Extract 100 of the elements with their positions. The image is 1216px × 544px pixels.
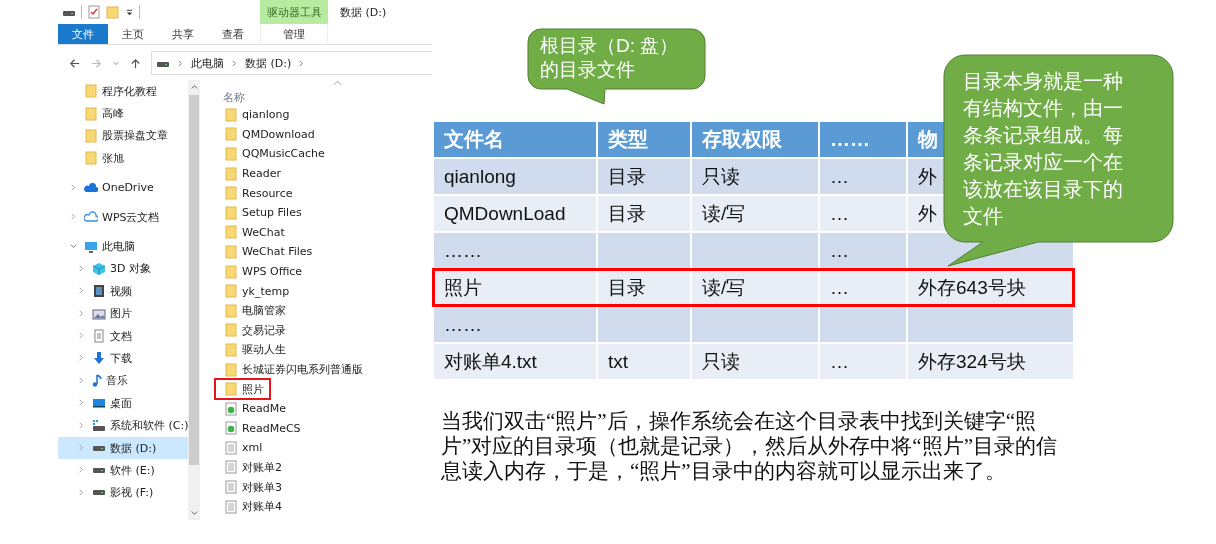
table-cell: 只读 bbox=[691, 158, 819, 195]
document-icon bbox=[224, 460, 238, 475]
nav-item[interactable]: 影视 (F:) bbox=[58, 481, 188, 505]
nav-item[interactable]: 数据 (D:) bbox=[58, 436, 188, 460]
chevron-right-icon[interactable] bbox=[68, 212, 78, 222]
music-note-icon bbox=[92, 373, 102, 388]
scroll-down-icon[interactable] bbox=[189, 508, 199, 517]
nav-label: 此电脑 bbox=[102, 239, 135, 255]
chevron-right-icon[interactable] bbox=[68, 182, 78, 192]
breadcrumb-item[interactable]: 此电脑 bbox=[191, 55, 224, 71]
file-item[interactable]: WeChat bbox=[215, 222, 291, 243]
table-cell: 照片 bbox=[433, 269, 597, 306]
table-cell: 读/写 bbox=[691, 269, 819, 306]
file-item[interactable]: 长城证券闪电系列普通版 bbox=[215, 359, 369, 380]
nav-label: 音乐 bbox=[106, 373, 128, 389]
nav-item[interactable]: 高峰 bbox=[58, 102, 188, 125]
nav-label: OneDrive bbox=[102, 181, 154, 195]
chevron-right-icon[interactable] bbox=[76, 398, 86, 408]
file-item[interactable]: ReadMeCS bbox=[215, 418, 307, 439]
file-item[interactable]: 交易记录 bbox=[215, 320, 292, 341]
chevron-right-icon[interactable] bbox=[76, 465, 86, 475]
document-icon bbox=[224, 499, 238, 514]
nav-item[interactable]: 视频 bbox=[58, 280, 188, 303]
chevron-right-icon[interactable] bbox=[76, 375, 86, 385]
image-icon bbox=[92, 306, 106, 321]
chevron-right-icon[interactable] bbox=[76, 443, 86, 453]
scroll-up-icon[interactable] bbox=[189, 83, 199, 92]
file-item[interactable]: WPS Office bbox=[215, 261, 309, 282]
nav-label: 股票操盘文章 bbox=[102, 128, 168, 144]
file-item[interactable]: yk_temp bbox=[215, 281, 296, 301]
nav-item[interactable]: 张旭 bbox=[58, 147, 188, 170]
nav-item[interactable]: 股票操盘文章 bbox=[58, 124, 188, 148]
drive-icon bbox=[92, 444, 106, 452]
nav-label: 下载 bbox=[110, 351, 132, 366]
document-icon bbox=[224, 440, 238, 455]
chevron-down-icon[interactable] bbox=[112, 59, 120, 67]
ribbon-tab[interactable]: 文件 bbox=[58, 24, 108, 44]
nav-item[interactable]: 图片 bbox=[58, 302, 188, 325]
table-cell: 外存643号块 bbox=[907, 269, 1074, 306]
file-item[interactable]: xml bbox=[215, 438, 269, 458]
chevron-right-icon[interactable] bbox=[76, 286, 86, 296]
file-item[interactable]: 照片 bbox=[215, 379, 270, 399]
chevron-right-icon[interactable] bbox=[76, 308, 86, 318]
nav-item[interactable]: OneDrive bbox=[58, 176, 188, 199]
folder-icon[interactable] bbox=[106, 5, 120, 19]
chevron-down-icon[interactable] bbox=[68, 241, 78, 251]
table-cell: 只读 bbox=[691, 343, 819, 380]
nav-item[interactable]: 系统和软件 (C:) bbox=[58, 414, 188, 437]
table-cell: 目录 bbox=[597, 269, 691, 306]
column-header[interactable]: 名称 bbox=[223, 90, 245, 105]
table-cell: …… bbox=[433, 306, 597, 343]
properties-icon[interactable] bbox=[87, 5, 101, 19]
file-item[interactable]: QMDownload bbox=[215, 124, 321, 145]
chevron-right-icon bbox=[232, 58, 237, 68]
cloud-icon bbox=[84, 210, 98, 225]
file-item[interactable]: 电脑管家 bbox=[215, 300, 292, 321]
file-item[interactable]: Setup Files bbox=[215, 202, 308, 223]
nav-item[interactable]: WPS云文档 bbox=[58, 205, 188, 229]
nav-item[interactable]: 文档 bbox=[58, 324, 188, 348]
chevron-right-icon[interactable] bbox=[76, 420, 86, 430]
table-header-cell: 文件名 bbox=[433, 122, 597, 158]
nav-item[interactable]: 音乐 bbox=[58, 369, 188, 393]
nav-item[interactable]: 下载 bbox=[58, 347, 188, 370]
folder-icon bbox=[84, 106, 98, 121]
nav-item[interactable]: 软件 (E:) bbox=[58, 459, 188, 482]
nav-label: 高峰 bbox=[102, 106, 124, 122]
folder-icon bbox=[224, 244, 238, 259]
scroll-thumb[interactable] bbox=[189, 95, 199, 465]
nav-label: 数据 (D:) bbox=[110, 440, 157, 456]
cube-icon bbox=[92, 261, 106, 276]
nav-item[interactable]: 桌面 bbox=[58, 392, 188, 415]
chevron-right-icon[interactable] bbox=[76, 353, 86, 363]
nav-item[interactable]: 3D 对象 bbox=[58, 257, 188, 281]
file-item[interactable]: qianlong bbox=[215, 105, 296, 125]
file-item[interactable]: ReadMe bbox=[215, 398, 292, 419]
file-item[interactable]: QQMusicCache bbox=[215, 144, 331, 164]
up-icon[interactable] bbox=[129, 56, 142, 70]
address-bar[interactable]: 此电脑 数据 (D:) bbox=[151, 51, 432, 75]
ribbon-tab[interactable]: 管理 bbox=[260, 24, 328, 44]
nav-item[interactable]: 程序化教程 bbox=[58, 80, 188, 103]
scrollbar[interactable] bbox=[188, 80, 200, 520]
chevron-right-icon[interactable] bbox=[76, 263, 86, 273]
file-item[interactable]: 对账单3 bbox=[215, 477, 288, 497]
sort-caret-icon bbox=[333, 80, 342, 86]
nav-item[interactable]: 此电脑 bbox=[58, 235, 188, 258]
nav-label: 3D 对象 bbox=[110, 261, 151, 277]
file-item[interactable]: 对账单4 bbox=[215, 496, 288, 517]
chevron-right-icon[interactable] bbox=[76, 487, 86, 497]
file-item[interactable]: 对账单2 bbox=[215, 457, 288, 478]
folder-icon bbox=[224, 323, 238, 338]
chevron-right-icon[interactable] bbox=[76, 331, 86, 341]
document-icon bbox=[224, 480, 238, 495]
table-cell: … bbox=[819, 195, 907, 232]
file-item[interactable]: Resource bbox=[215, 183, 299, 203]
breadcrumb-item[interactable]: 数据 (D:) bbox=[245, 55, 292, 71]
dropdown-icon[interactable] bbox=[125, 7, 134, 17]
file-item[interactable]: 驱动人生 bbox=[215, 340, 292, 360]
file-item[interactable]: WeChat Files bbox=[215, 242, 319, 262]
table-cell: QMDownLoad bbox=[433, 195, 597, 232]
file-item[interactable]: Reader bbox=[215, 163, 287, 184]
